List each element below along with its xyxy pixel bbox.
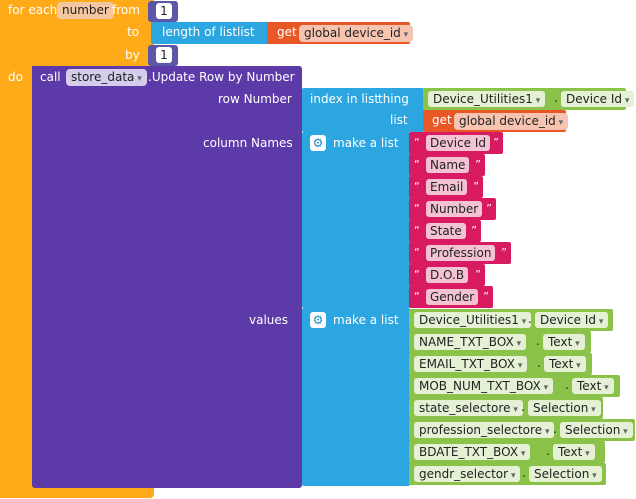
method-label: .Update Row by Number (148, 70, 295, 84)
by-label: by (125, 48, 140, 62)
dot-separator: . (546, 444, 550, 458)
make-list-columns-block[interactable]: ⚙ make a list (302, 132, 410, 308)
component-dropdown[interactable]: EMAIL_TXT_BOX (414, 356, 528, 372)
component-getter[interactable]: MOB_NUM_TXT_BOX . Text (409, 375, 620, 397)
property-dropdown[interactable]: Text (572, 378, 614, 394)
property-dropdown[interactable]: Selection (560, 422, 633, 438)
string-value[interactable]: Email (426, 179, 468, 195)
property-dropdown[interactable]: Selection (529, 466, 602, 482)
component-getter[interactable]: Device_Utilities1 . Device Id (409, 309, 613, 331)
call-update-row-block[interactable] (32, 66, 302, 488)
component-getter[interactable]: state_selectore . Selection (409, 397, 603, 419)
index-in-list-label: index in list (310, 92, 380, 106)
dot-separator: . (537, 356, 541, 370)
device-utilities-getter[interactable]: Device_Utilities1 . Device Id (423, 88, 635, 110)
global-device-id-dropdown[interactable]: global device_id (299, 25, 414, 42)
store-data-dropdown[interactable]: store_data (66, 69, 147, 86)
index-in-list-block[interactable]: index in list thing list (302, 88, 424, 132)
from-number-field[interactable]: 1 (156, 3, 172, 19)
component-dropdown[interactable]: Device_Utilities1 (414, 312, 532, 328)
make-list-values-block[interactable]: ⚙ make a list (302, 308, 410, 486)
column-string[interactable]: “Gender” (409, 286, 493, 308)
loop-variable-field[interactable]: number (57, 2, 114, 19)
property-dropdown[interactable]: Text (544, 356, 586, 372)
make-list-label: make a list (333, 136, 399, 150)
dot-separator: . (536, 334, 540, 348)
column-string[interactable]: “Email” (409, 176, 483, 198)
column-string[interactable]: “D.O.B” (409, 264, 485, 286)
gear-icon[interactable]: ⚙ (310, 312, 326, 328)
column-string[interactable]: “Name” (409, 154, 485, 176)
component-dropdown[interactable]: gendr_selector (414, 466, 521, 482)
get-global-block[interactable]: get global device_id (267, 22, 414, 44)
gear-icon[interactable]: ⚙ (310, 135, 326, 151)
column-string[interactable]: “State” (409, 220, 481, 242)
get-label-2: get (432, 113, 452, 127)
dot-separator: . (528, 312, 532, 326)
dot-separator: . (565, 378, 569, 392)
dot-separator: . (522, 466, 526, 480)
property-dropdown[interactable]: Text (553, 444, 595, 460)
index-list-label: list (390, 113, 408, 127)
dot-separator: . (554, 91, 558, 105)
do-label: do (8, 70, 23, 84)
property-dropdown[interactable]: Selection (528, 400, 601, 416)
component-getter[interactable]: gendr_selector . Selection (409, 463, 606, 485)
component-dropdown[interactable]: state_selectore (414, 400, 523, 416)
component-getter[interactable]: EMAIL_TXT_BOX . Text (409, 353, 592, 375)
component-dropdown[interactable]: MOB_NUM_TXT_BOX (414, 378, 554, 394)
component-getter[interactable]: NAME_TXT_BOX . Text (409, 331, 591, 353)
string-value[interactable]: Number (426, 201, 483, 217)
make-list-label: make a list (333, 313, 399, 327)
column-string[interactable]: “Device Id” (409, 132, 503, 154)
get-global-block-2[interactable]: get global device_id (423, 110, 569, 132)
string-value[interactable]: Device Id (426, 135, 491, 151)
column-string[interactable]: “Profession” (409, 242, 511, 264)
global-device-id-dropdown-2[interactable]: global device_id (454, 113, 569, 130)
values-label: values (249, 313, 289, 327)
string-value[interactable]: State (426, 223, 466, 239)
to-label: to (127, 25, 140, 39)
call-label: call (40, 70, 61, 84)
thing-label: thing (378, 92, 409, 106)
component-dropdown[interactable]: profession_selectore (414, 422, 555, 438)
string-value[interactable]: Name (426, 157, 470, 173)
string-value[interactable]: D.O.B (426, 267, 469, 283)
component-dropdown[interactable]: BDATE_TXT_BOX (414, 444, 531, 460)
string-value[interactable]: Profession (426, 245, 496, 261)
string-value[interactable]: Gender (426, 289, 479, 305)
for-each-label: for each (8, 3, 58, 17)
length-of-list-label: length of list (162, 25, 238, 39)
component-dropdown[interactable]: NAME_TXT_BOX (414, 334, 527, 350)
dot-separator: . (553, 422, 557, 436)
from-number-block[interactable]: 1 (148, 1, 178, 22)
get-label: get (277, 25, 297, 39)
column-names-label: column Names (203, 136, 293, 150)
by-number-field[interactable]: 1 (156, 47, 172, 63)
property-dropdown[interactable]: Device Id (535, 312, 609, 328)
by-number-block[interactable]: 1 (148, 45, 178, 66)
device-id-dropdown[interactable]: Device Id (561, 91, 635, 107)
device-utilities-dropdown[interactable]: Device_Utilities1 (428, 91, 546, 107)
dot-separator: . (521, 400, 525, 414)
row-number-label: row Number (218, 92, 292, 106)
from-label: from (112, 3, 140, 17)
component-getter[interactable]: profession_selectore . Selection (409, 419, 635, 441)
component-getter[interactable]: BDATE_TXT_BOX . Text (409, 441, 605, 463)
property-dropdown[interactable]: Text (543, 334, 585, 350)
length-list-label: list (237, 25, 255, 39)
column-string[interactable]: “Number” (409, 198, 496, 220)
